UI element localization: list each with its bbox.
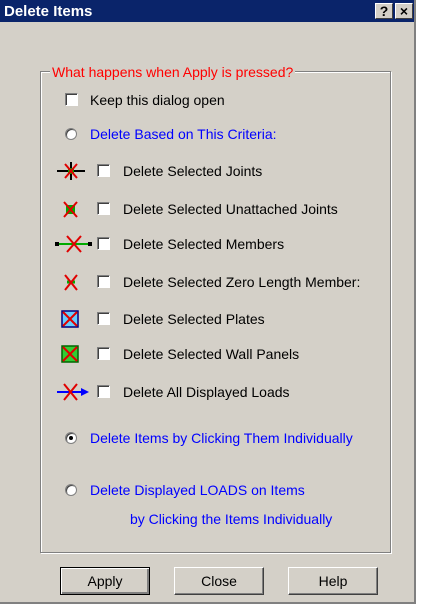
members-checkbox[interactable] bbox=[97, 237, 110, 250]
close-title-button[interactable]: × bbox=[395, 3, 413, 19]
delete-wall-panels-icon bbox=[61, 345, 79, 363]
delete-items-dialog: Delete Items ? × What happens when Apply… bbox=[0, 0, 416, 604]
criteria-item-loads[interactable]: Delete All Displayed Loads bbox=[55, 382, 375, 402]
delete-loads-icon bbox=[57, 383, 89, 401]
wall-panels-checkbox[interactable] bbox=[97, 347, 110, 360]
unattached-joints-label: Delete Selected Unattached Joints bbox=[123, 201, 338, 217]
delete-loads-option[interactable]: Delete Displayed LOADS on Items bbox=[65, 480, 385, 500]
keep-open-checkbox[interactable] bbox=[65, 93, 78, 106]
loads-label: Delete All Displayed Loads bbox=[123, 384, 290, 400]
delete-zero-length-icon bbox=[64, 274, 78, 291]
criteria-item-zero-length[interactable]: Delete Selected Zero Length Member: bbox=[55, 272, 395, 292]
close-button[interactable]: Close bbox=[174, 567, 264, 595]
wall-panels-label: Delete Selected Wall Panels bbox=[123, 346, 300, 362]
delete-unattached-joints-icon bbox=[63, 201, 78, 218]
criteria-item-joints[interactable]: Delete Selected Joints bbox=[55, 161, 375, 181]
plates-label: Delete Selected Plates bbox=[123, 311, 265, 327]
help-button[interactable]: Help bbox=[288, 567, 378, 595]
unattached-joints-checkbox[interactable] bbox=[97, 202, 110, 215]
zero-length-label: Delete Selected Zero Length Member: bbox=[123, 274, 361, 290]
members-label: Delete Selected Members bbox=[123, 236, 285, 252]
delete-loads-label-line1: Delete Displayed LOADS on Items bbox=[90, 482, 305, 498]
delete-loads-label-line2: by Clicking the Items Individually bbox=[130, 511, 333, 527]
keep-open-label: Keep this dialog open bbox=[90, 92, 225, 108]
delete-plates-icon bbox=[61, 310, 79, 328]
criteria-item-wall-panels[interactable]: Delete Selected Wall Panels bbox=[55, 344, 375, 364]
loads-checkbox[interactable] bbox=[97, 385, 110, 398]
click-individually-option[interactable]: Delete Items by Clicking Them Individual… bbox=[65, 428, 385, 448]
criteria-item-unattached-joints[interactable]: Delete Selected Unattached Joints bbox=[55, 199, 385, 219]
plates-checkbox[interactable] bbox=[97, 312, 110, 325]
group-legend: What happens when Apply is pressed? bbox=[50, 64, 296, 80]
click-individually-label: Delete Items by Clicking Them Individual… bbox=[90, 430, 353, 446]
joints-label: Delete Selected Joints bbox=[123, 163, 263, 179]
window-title: Delete Items bbox=[4, 3, 93, 20]
criteria-radio-label: Delete Based on This Criteria: bbox=[90, 126, 277, 142]
criteria-radio[interactable] bbox=[65, 128, 77, 140]
criteria-item-plates[interactable]: Delete Selected Plates bbox=[55, 309, 375, 329]
title-bar: Delete Items ? × bbox=[0, 0, 414, 22]
delete-members-icon bbox=[55, 235, 92, 253]
click-individually-radio[interactable] bbox=[65, 432, 77, 444]
apply-button[interactable]: Apply bbox=[60, 567, 150, 595]
zero-length-checkbox[interactable] bbox=[97, 275, 110, 288]
criteria-item-members[interactable]: Delete Selected Members bbox=[55, 234, 375, 254]
help-title-button[interactable]: ? bbox=[375, 3, 393, 19]
joints-checkbox[interactable] bbox=[97, 164, 110, 177]
delete-joints-icon bbox=[57, 162, 85, 180]
delete-loads-radio[interactable] bbox=[65, 484, 77, 496]
